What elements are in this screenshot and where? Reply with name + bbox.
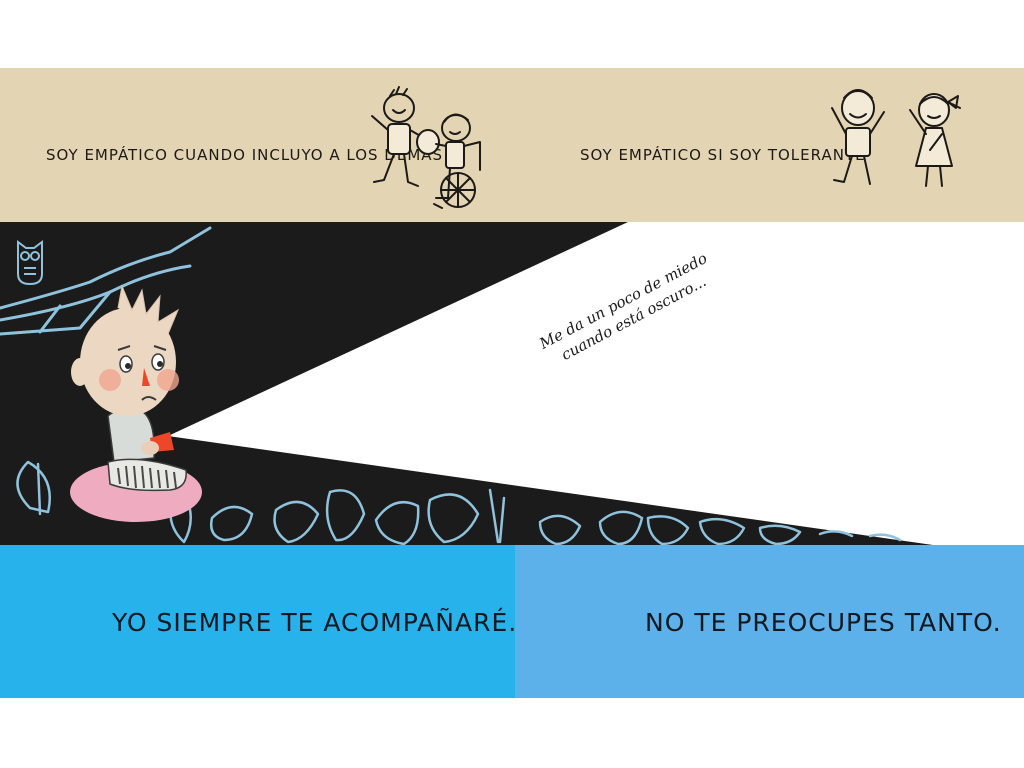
kids-wheelchair-illustration: [371, 86, 481, 209]
night-scene-artwork: [0, 222, 940, 546]
bottom-left-panel: YO SIEMPRE TE ACOMPAÑARÉ.: [0, 545, 518, 698]
bottom-band: YO SIEMPRE TE ACOMPAÑARÉ. NO TE PREOCUPE…: [0, 545, 1024, 698]
night-scene: Me da un poco de miedo cuando está oscur…: [0, 222, 1024, 546]
bottom-right-panel: NO TE PREOCUPES TANTO.: [515, 545, 1024, 698]
top-right-caption: SOY EMPÁTICO SI SOY TOLERANTE: [580, 146, 866, 164]
bottom-right-caption: NO TE PREOCUPES TANTO.: [645, 608, 1002, 637]
top-band: SOY EMPÁTICO CUANDO INCLUYO A LOS DEMÁS …: [0, 68, 1024, 222]
boy-girl-waving-illustration: [831, 89, 961, 187]
bottom-left-caption: YO SIEMPRE TE ACOMPAÑARÉ.: [112, 608, 518, 637]
